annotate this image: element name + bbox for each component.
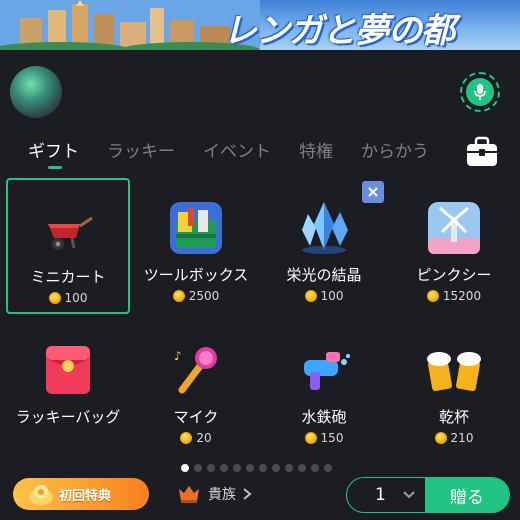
gift-name: 水鉄砲 (301, 408, 347, 426)
page-dot[interactable] (194, 464, 202, 472)
quantity-selector[interactable]: 1 (375, 485, 386, 505)
microphone-icon: ♪ (174, 347, 217, 394)
chevron-right-icon (243, 488, 252, 500)
coin-icon (48, 292, 61, 304)
voice-button[interactable] (460, 72, 500, 112)
gift-item-cheers[interactable]: 乾杯 210 (392, 320, 516, 456)
gift-item-microphone[interactable]: ♪ マイク 20 (134, 320, 258, 456)
page-dot[interactable] (285, 464, 293, 472)
page-dot[interactable] (181, 464, 189, 472)
coin-icon (304, 290, 317, 302)
gift-price: 210 (392, 431, 516, 445)
x-mark-icon (368, 187, 378, 197)
avatar[interactable] (10, 66, 62, 118)
water-gun-icon (304, 352, 350, 390)
page-dot[interactable] (259, 464, 267, 472)
page-dot[interactable] (207, 464, 215, 472)
gift-item-toolbox[interactable]: ツールボックス 2500 (134, 178, 258, 314)
gift-name: ツールボックス (143, 266, 249, 284)
gift-name: 栄光の結晶 (286, 266, 362, 284)
noble-crest-icon (179, 486, 199, 503)
coin-icon (180, 432, 193, 444)
gift-name: ピンクシー (416, 266, 492, 284)
gift-name: ラッキーバッグ (15, 408, 121, 426)
coin-icon (426, 290, 439, 302)
gift-price: 100 (8, 291, 128, 305)
windmill-icon (428, 202, 480, 254)
first-purchase-bonus-button[interactable]: 初回特典 (13, 478, 149, 510)
backpack-icon[interactable] (465, 136, 499, 168)
page-dot[interactable] (246, 464, 254, 472)
page-dot[interactable] (324, 464, 332, 472)
gift-price: 100 (262, 289, 386, 303)
send-gift-control: 1 贈る (346, 477, 510, 513)
gift-price: 15200 (392, 289, 516, 303)
wheelbarrow-icon (48, 216, 93, 250)
gift-name: ミニカート (30, 268, 106, 286)
gift-panel-screen: レンガと夢の都 ギフト ラッキー イベント 特権 からかう ミニカート 100 … (0, 0, 520, 520)
city-skyline-image (0, 0, 260, 50)
gift-name: マイク (173, 408, 219, 426)
page-dot[interactable] (220, 464, 228, 472)
send-button[interactable]: 贈る (425, 478, 509, 512)
tab-tease[interactable]: からかう (361, 137, 429, 167)
chevron-down-icon[interactable] (402, 490, 416, 500)
svg-text:♪: ♪ (174, 349, 182, 363)
coin-icon (434, 432, 447, 444)
banner-title: レンガと夢の都 (223, 11, 455, 50)
event-banner[interactable]: レンガと夢の都 (0, 0, 520, 50)
gift-price: 150 (262, 431, 386, 445)
first-purchase-bonus-label: 初回特典 (59, 488, 112, 504)
tab-lucky[interactable]: ラッキー (107, 137, 175, 167)
close-icon[interactable] (362, 181, 384, 203)
tab-event[interactable]: イベント (203, 137, 271, 167)
beer-cheers-icon (427, 352, 481, 392)
page-dot[interactable] (233, 464, 241, 472)
coin-icon (172, 290, 185, 302)
red-envelope-icon (46, 346, 90, 394)
toolbox-icon (170, 202, 222, 254)
page-dot[interactable] (311, 464, 319, 472)
gift-item-mini-cart[interactable]: ミニカート 100 (6, 178, 130, 314)
gift-item-water-gun[interactable]: 水鉄砲 150 (262, 320, 386, 456)
noble-button[interactable]: 貴族 (176, 478, 252, 510)
crystal-icon (302, 202, 348, 254)
microphone-icon (474, 84, 486, 100)
gift-chest-icon (29, 485, 53, 505)
gift-name: 乾杯 (438, 408, 469, 426)
page-indicator (181, 464, 332, 472)
page-dot[interactable] (272, 464, 280, 472)
gift-item-pink-sea[interactable]: ピンクシー 15200 (392, 178, 516, 314)
gift-price: 2500 (134, 289, 258, 303)
gift-price: 20 (134, 431, 258, 445)
gift-category-tabs: ギフト ラッキー イベント 特権 からかう (28, 137, 457, 169)
tab-privilege[interactable]: 特権 (299, 137, 333, 167)
page-dot[interactable] (298, 464, 306, 472)
noble-label: 貴族 (208, 487, 236, 503)
gift-item-lucky-bag[interactable]: ラッキーバッグ (6, 320, 130, 456)
tab-gift[interactable]: ギフト (28, 137, 79, 169)
coin-icon (304, 432, 317, 444)
